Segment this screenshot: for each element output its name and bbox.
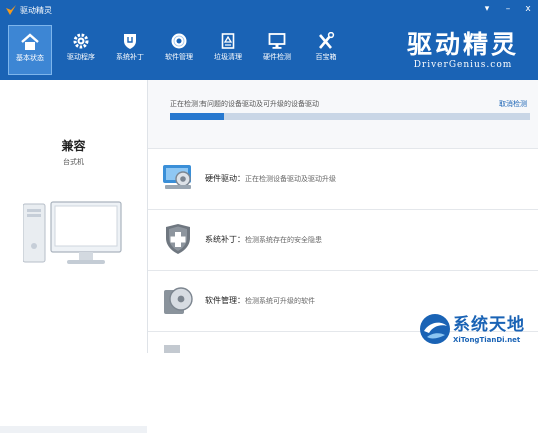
- desktop-computer-icon: [23, 201, 122, 264]
- brand-url: DriverGenius.com: [413, 60, 513, 70]
- recycle-icon: [221, 33, 235, 49]
- scan-progress-fill: [170, 113, 224, 120]
- hardware-driver-icon: [163, 165, 191, 189]
- window-title: 驱动精灵: [20, 6, 52, 15]
- brand-logo: 驱动精灵 DriverGenius.com: [398, 30, 528, 78]
- patch-shield-icon: [166, 224, 190, 254]
- nav-hardware-detect[interactable]: 硬件检测: [255, 25, 299, 75]
- system-patch-row[interactable]: 系统补丁：检测系统存在的安全隐患: [148, 210, 538, 271]
- nav-label: 系统补丁: [116, 53, 144, 61]
- partial-item-icon: [164, 345, 180, 353]
- brand-name: 驱动精灵: [406, 30, 519, 59]
- nav-label: 硬件检测: [263, 53, 291, 61]
- nav-junk-cleanup[interactable]: 垃圾清理: [206, 25, 250, 75]
- compatibility-title: 兼容: [61, 139, 86, 153]
- menu-button[interactable]: ▾: [480, 3, 494, 16]
- nav-label: 驱动程序: [67, 53, 95, 61]
- disc-icon: [171, 33, 187, 49]
- cancel-scan-link[interactable]: 取消检测: [499, 99, 527, 109]
- nav-software-management[interactable]: 软件管理: [157, 25, 201, 75]
- row-status: 正在检测设备驱动及驱动升级: [245, 175, 336, 183]
- nav-label: 百宝箱: [315, 53, 337, 61]
- row-title: 系统补丁：: [205, 235, 245, 244]
- site-watermark: 系统天地 XiTongTianDi.net: [416, 305, 538, 353]
- row-status: 检测系统存在的安全隐患: [245, 236, 322, 244]
- title-bar: 驱动精灵 ▾ – x: [0, 0, 538, 20]
- app-logo-icon: [6, 5, 16, 15]
- home-icon: [21, 33, 39, 50]
- nav-drivers[interactable]: 驱动程序: [57, 25, 105, 75]
- shield-icon: [124, 34, 136, 49]
- row-status: 检测系统可升级的软件: [245, 297, 315, 305]
- scan-text: 有问题的设备驱动及可升级的设备驱动: [200, 100, 319, 108]
- minimize-button[interactable]: –: [501, 3, 515, 16]
- nav-system-patch[interactable]: 系统补丁: [108, 25, 152, 75]
- close-button[interactable]: x: [521, 3, 535, 16]
- status-strip: [0, 426, 147, 433]
- nav-label: 基本状态: [16, 54, 44, 62]
- gear-icon: [73, 33, 89, 49]
- software-disc-icon: [164, 287, 193, 314]
- monitor-icon: [268, 33, 286, 49]
- watermark-url: XiTongTianDi.net: [453, 336, 521, 344]
- row-title: 硬件驱动：: [205, 174, 245, 183]
- nav-label: 垃圾清理: [214, 53, 242, 61]
- nav-basic-status[interactable]: 基本状态: [8, 25, 52, 75]
- watermark-title: 系统天地: [453, 315, 525, 335]
- hardware-driver-row[interactable]: 硬件驱动：正在检测设备驱动及驱动升级: [148, 149, 538, 210]
- watermark-logo-icon: [420, 314, 450, 344]
- device-type: 台式机: [63, 158, 84, 166]
- scan-progress-bar: [170, 113, 530, 120]
- scan-status-box: 正在检测： 有问题的设备驱动及可升级的设备驱动 取消检测: [148, 80, 538, 149]
- tools-icon: [319, 32, 335, 49]
- nav-label: 软件管理: [165, 53, 193, 61]
- device-status-panel: 兼容 台式机: [0, 80, 148, 433]
- row-title: 软件管理：: [205, 296, 245, 305]
- nav-toolbox[interactable]: 百宝箱: [304, 25, 348, 75]
